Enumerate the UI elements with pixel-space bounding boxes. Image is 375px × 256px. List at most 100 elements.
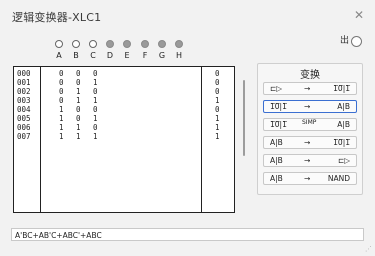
arrow-icon: → — [304, 102, 311, 111]
truth-table-icon: 1̅0̅|1̅ — [333, 84, 350, 93]
input-terminal-f[interactable]: F — [140, 40, 150, 60]
row-index: 005 — [17, 114, 31, 123]
input-a-circle[interactable] — [55, 40, 63, 48]
row-index: 003 — [17, 96, 31, 105]
expression-field[interactable]: A'BC+AB'C+ABC'+ABC — [11, 228, 364, 241]
cell-c: 1 — [93, 132, 98, 141]
input-e-circle[interactable] — [123, 40, 131, 48]
resize-grip-icon[interactable]: ⋰ — [365, 245, 372, 253]
input-c-label: C — [90, 51, 96, 60]
table-divider — [201, 67, 202, 212]
expression-icon: A|B — [337, 102, 350, 111]
input-g-label: G — [158, 51, 166, 60]
output-cell[interactable]: 0 — [215, 69, 220, 78]
cell-b: 1 — [76, 96, 81, 105]
cell-c: 1 — [93, 78, 98, 87]
cell-a: 0 — [59, 69, 64, 78]
arrow-icon: → — [304, 138, 311, 147]
cell-c: 1 — [93, 96, 98, 105]
output-cell[interactable]: 1 — [215, 96, 220, 105]
close-icon[interactable]: ✕ — [351, 7, 367, 23]
row-index: 004 — [17, 105, 31, 114]
cell-b: 1 — [76, 123, 81, 132]
cell-c: 0 — [93, 69, 98, 78]
truth-table-icon: 1̅0̅|1̅ — [270, 102, 287, 111]
input-a-label: A — [56, 51, 62, 60]
scrollbar[interactable] — [243, 80, 245, 156]
row-index: 002 — [17, 87, 31, 96]
cell-b: 0 — [76, 114, 81, 123]
output-cell[interactable]: 1 — [215, 132, 220, 141]
output-cell[interactable]: 1 — [215, 123, 220, 132]
truth-table-to-expression-button[interactable]: 1̅0̅|1̅ → A|B — [263, 100, 357, 113]
row-index: 007 — [17, 132, 31, 141]
cell-a: 0 — [59, 87, 64, 96]
arrow-icon: → — [304, 156, 311, 165]
input-terminal-g[interactable]: G — [157, 40, 167, 60]
cell-a: 0 — [59, 78, 64, 87]
gate-icon: ⊏▷ — [270, 84, 283, 93]
input-terminal-e[interactable]: E — [122, 40, 132, 60]
cell-c: 0 — [93, 123, 98, 132]
input-h-circle[interactable] — [175, 40, 183, 48]
logic-converter-window: 逻辑变换器-XLC1 ✕ 出 A B C D E F G H 000 0 0 0… — [0, 0, 375, 256]
output-cell[interactable]: 0 — [215, 87, 220, 96]
conversion-panel: 变换 ⊏▷ → 1̅0̅|1̅ 1̅0̅|1̅ → A|B 1̅0̅|1̅ SI… — [257, 63, 363, 195]
expression-icon: A|B — [270, 174, 283, 183]
arrow-icon: → — [304, 84, 311, 93]
cell-b: 0 — [76, 69, 81, 78]
input-c-circle[interactable] — [89, 40, 97, 48]
input-b-circle[interactable] — [72, 40, 80, 48]
cell-b: 0 — [76, 105, 81, 114]
expression-to-nand-button[interactable]: A|B → NAND — [263, 172, 357, 185]
cell-b: 1 — [76, 87, 81, 96]
cell-c: 1 — [93, 114, 98, 123]
conversion-panel-title: 变换 — [300, 70, 320, 81]
input-f-label: F — [142, 51, 148, 60]
input-d-label: D — [106, 51, 114, 60]
input-terminal-d[interactable]: D — [105, 40, 115, 60]
input-h-label: H — [175, 51, 182, 60]
output-cell[interactable]: 0 — [215, 78, 220, 87]
truth-table-to-simplified-expression-button[interactable]: 1̅0̅|1̅ SIMP A|B — [263, 118, 357, 131]
input-terminal-b[interactable]: B — [71, 40, 81, 60]
cell-a: 1 — [59, 123, 64, 132]
cell-c: 0 — [93, 105, 98, 114]
input-b-label: B — [73, 51, 79, 60]
cell-a: 1 — [59, 105, 64, 114]
input-terminal-a[interactable]: A — [54, 40, 64, 60]
window-title: 逻辑变换器-XLC1 — [12, 11, 102, 24]
cell-c: 0 — [93, 87, 98, 96]
expression-icon: A|B — [270, 138, 283, 147]
expression-icon: A|B — [270, 156, 283, 165]
expression-to-truth-table-button[interactable]: A|B → 1̅0̅|1̅ — [263, 136, 357, 149]
output-cell[interactable]: 0 — [215, 105, 220, 114]
gate-icon: ⊏▷ — [337, 156, 350, 165]
input-e-label: E — [124, 51, 130, 60]
output-cell[interactable]: 1 — [215, 114, 220, 123]
nand-label: NAND — [327, 174, 350, 183]
row-index: 006 — [17, 123, 31, 132]
cell-b: 0 — [76, 78, 81, 87]
row-index: 000 — [17, 69, 31, 78]
simp-arrow-icon: SIMP — [302, 119, 317, 126]
output-label: 出 — [340, 36, 350, 46]
cell-a: 1 — [59, 114, 64, 123]
input-terminal-h[interactable]: H — [174, 40, 184, 60]
truth-table[interactable]: 000 0 0 0 0 001 0 0 1 0 002 0 1 0 0 003 … — [13, 66, 235, 213]
input-g-circle[interactable] — [158, 40, 166, 48]
cell-a: 1 — [59, 132, 64, 141]
output-terminal[interactable] — [351, 36, 362, 47]
table-divider — [40, 67, 41, 212]
expression-to-circuit-button[interactable]: A|B → ⊏▷ — [263, 154, 357, 167]
input-terminal-c[interactable]: C — [88, 40, 98, 60]
input-f-circle[interactable] — [141, 40, 149, 48]
truth-table-icon: 1̅0̅|1̅ — [270, 120, 287, 129]
row-index: 001 — [17, 78, 31, 87]
input-d-circle[interactable] — [106, 40, 114, 48]
arrow-icon: → — [304, 174, 311, 183]
cell-a: 0 — [59, 96, 64, 105]
title-bar: 逻辑变换器-XLC1 ✕ — [0, 0, 375, 30]
circuit-to-truth-table-button[interactable]: ⊏▷ → 1̅0̅|1̅ — [263, 82, 357, 95]
truth-table-icon: 1̅0̅|1̅ — [333, 138, 350, 147]
